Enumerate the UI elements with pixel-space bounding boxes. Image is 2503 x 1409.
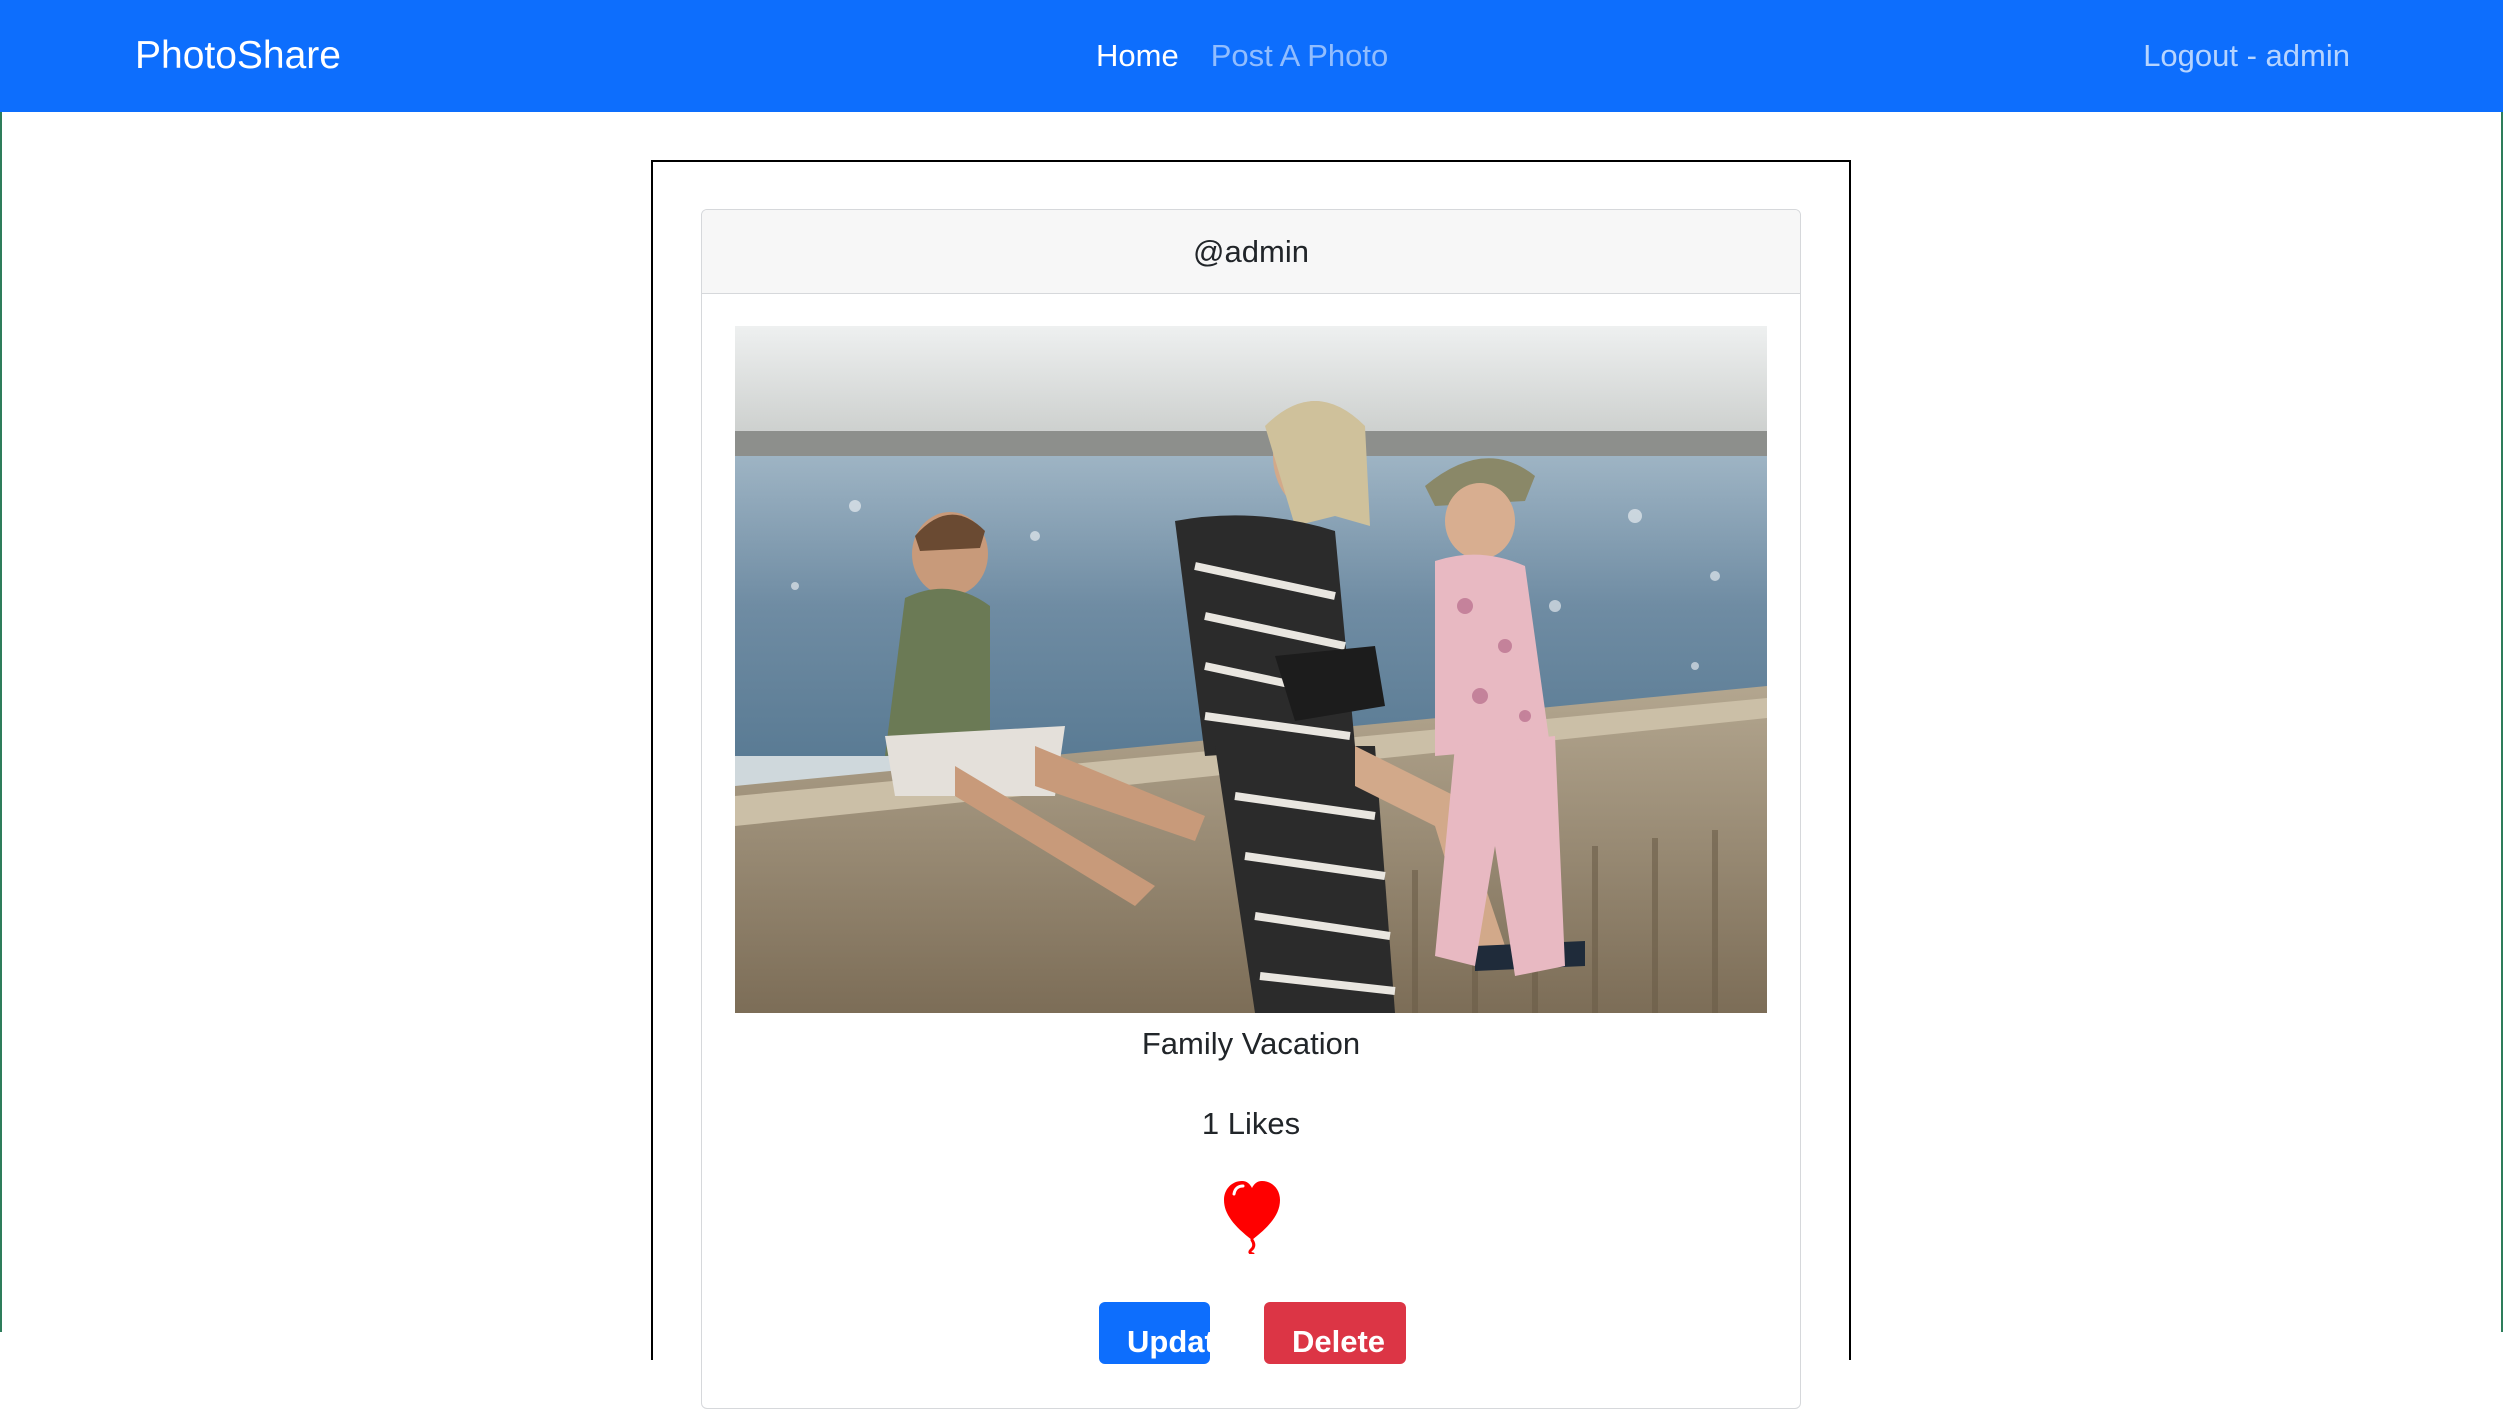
brand-link[interactable]: PhotoShare — [135, 0, 341, 112]
heart-icon — [1224, 1181, 1280, 1256]
post-username: @admin — [702, 210, 1800, 294]
logout-link[interactable]: Logout - admin — [2143, 38, 2350, 74]
nav-home-link[interactable]: Home — [1096, 38, 1179, 74]
delete-button[interactable]: Delete — [1264, 1302, 1406, 1364]
likes-count: 1 Likes — [1201, 1106, 1301, 1141]
nav-post-photo-link[interactable]: Post A Photo — [1211, 38, 1389, 74]
post-caption: Family Vacation — [1141, 1026, 1361, 1061]
nav-links: Home Post A Photo — [1096, 0, 1388, 112]
post-card: @admin Family Vacation 1 Likes Update De… — [701, 209, 1801, 1409]
update-button[interactable]: Update — [1099, 1302, 1232, 1364]
post-photo — [735, 326, 1767, 1013]
navbar: PhotoShare Home Post A Photo Logout - ad… — [0, 0, 2503, 112]
nav-right: Logout - admin — [2143, 0, 2350, 112]
like-button[interactable] — [1222, 1178, 1282, 1256]
